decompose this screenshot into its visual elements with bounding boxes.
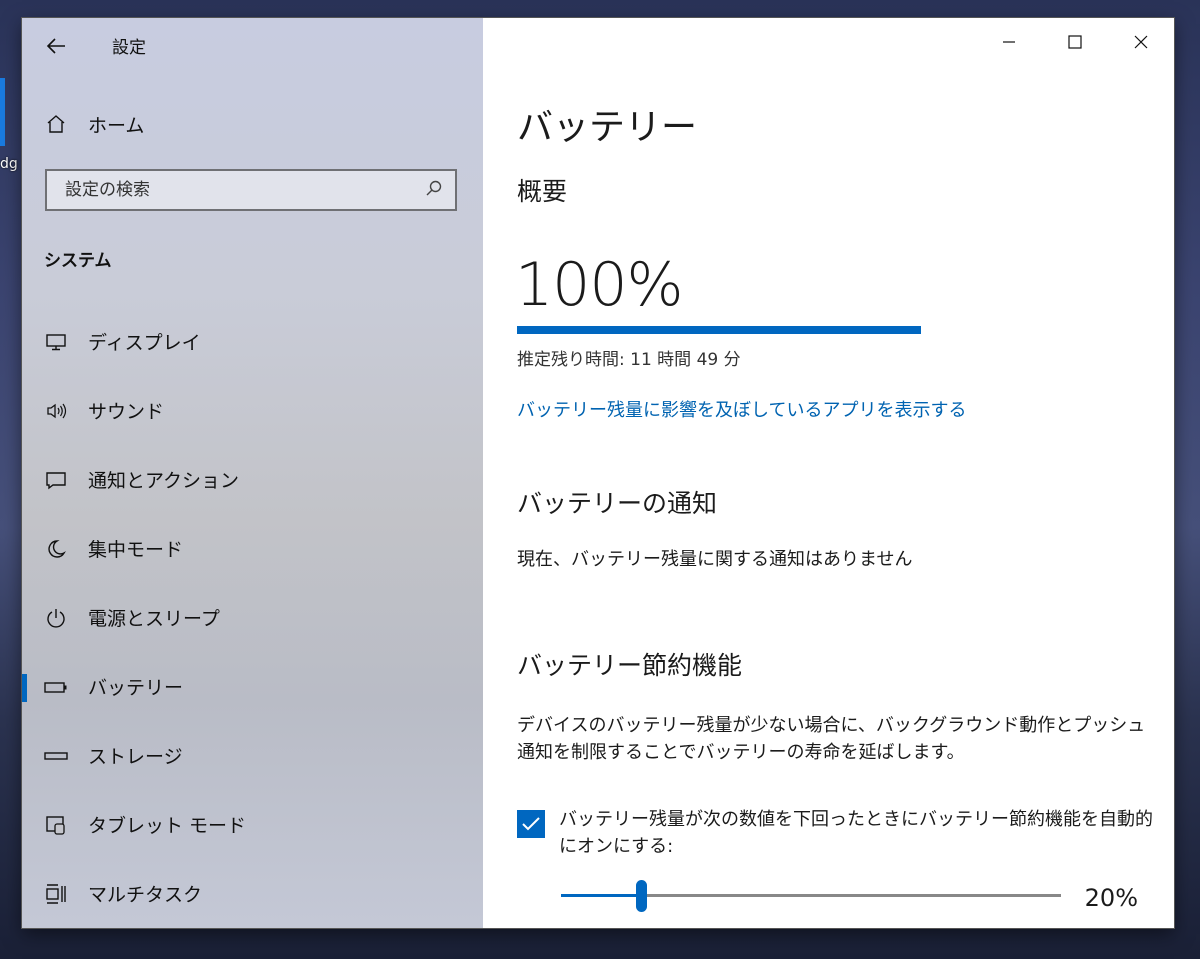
desktop-icon-fragment[interactable] <box>0 78 5 146</box>
home-icon <box>44 112 68 136</box>
close-icon <box>1134 35 1148 49</box>
sidebar-item-label: ストレージ <box>88 746 183 768</box>
settings-window: 設定 ホーム システム ディスプレイ <box>22 18 1174 928</box>
checkmark-icon <box>522 817 540 831</box>
sidebar-item-multitasking[interactable]: マルチタスク <box>22 859 483 928</box>
power-icon <box>44 606 68 630</box>
sidebar-item-label: マルチタスク <box>88 884 203 906</box>
main-content: バッテリー 概要 100% 推定残り時間: 11 時間 49 分 バッテリー残量… <box>483 18 1174 928</box>
maximize-button[interactable] <box>1042 18 1108 66</box>
moon-icon <box>44 537 68 561</box>
multitask-icon <box>44 882 68 906</box>
sidebar-item-power-sleep[interactable]: 電源とスリープ <box>22 583 483 652</box>
caption-buttons <box>976 18 1174 66</box>
sidebar-item-sound[interactable]: サウンド <box>22 376 483 445</box>
auto-battery-saver-label: バッテリー残量が次の数値を下回ったときにバッテリー節約機能を自動的にオンにする: <box>559 809 1153 857</box>
section-heading: システム <box>44 251 112 271</box>
sidebar-item-display[interactable]: ディスプレイ <box>22 307 483 376</box>
close-button[interactable] <box>1108 18 1174 66</box>
sidebar-item-notifications[interactable]: 通知とアクション <box>22 445 483 514</box>
sidebar-item-focus-assist[interactable]: 集中モード <box>22 514 483 583</box>
battery-notifications-heading: バッテリーの通知 <box>517 489 718 518</box>
sidebar-item-storage[interactable]: ストレージ <box>22 721 483 790</box>
sidebar-item-label: 集中モード <box>88 539 184 561</box>
sidebar-item-label: 通知とアクション <box>88 470 240 492</box>
battery-notifications-text: 現在、バッテリー残量に関する通知はありません <box>517 549 913 570</box>
sidebar-item-label: ディスプレイ <box>88 332 201 354</box>
storage-icon <box>44 744 68 768</box>
nav-list: ディスプレイ サウンド 通知とアクション 集中モード 電源とスリープ バッテリー… <box>22 307 483 928</box>
overview-heading: 概要 <box>517 177 568 206</box>
search-input[interactable] <box>63 179 407 201</box>
battery-saver-threshold-slider[interactable] <box>561 880 1061 912</box>
threshold-value: 20% <box>1084 884 1138 912</box>
nav-home[interactable]: ホーム <box>22 104 483 144</box>
desktop-icon-label: dg <box>0 156 18 172</box>
slider-thumb[interactable] <box>635 880 647 912</box>
battery-level-fill <box>517 326 921 334</box>
sidebar-item-tablet-mode[interactable]: タブレット モード <box>22 790 483 859</box>
battery-level-bar <box>517 326 921 334</box>
sidebar: 設定 ホーム システム ディスプレイ <box>22 18 483 928</box>
battery-usage-apps-link[interactable]: バッテリー残量に影響を及ぼしているアプリを表示する <box>517 396 966 422</box>
monitor-icon <box>44 330 68 354</box>
sidebar-item-battery[interactable]: バッテリー <box>22 652 483 721</box>
auto-battery-saver-checkbox[interactable] <box>517 810 545 838</box>
notification-icon <box>44 468 68 492</box>
sidebar-item-label: 電源とスリープ <box>88 608 220 630</box>
battery-saver-heading: バッテリー節約機能 <box>517 651 743 680</box>
minimize-icon <box>1003 41 1015 43</box>
battery-percent: 100% <box>515 250 684 320</box>
battery-saver-description: デバイスのバッテリー残量が少ない場合に、バックグラウンド動作とプッシュ通知を制限… <box>517 715 1146 763</box>
minimize-button[interactable] <box>976 18 1042 66</box>
tablet-icon <box>44 813 68 837</box>
sidebar-item-label: タブレット モード <box>88 815 247 837</box>
search-icon[interactable] <box>425 179 443 201</box>
search-box[interactable] <box>45 169 457 211</box>
page-title: バッテリー <box>517 107 698 148</box>
sidebar-item-label: バッテリー <box>88 677 184 699</box>
nav-home-label: ホーム <box>88 114 145 137</box>
maximize-icon <box>1068 35 1082 49</box>
slider-fill <box>561 894 641 897</box>
speaker-icon <box>44 399 68 423</box>
auto-battery-saver-row: バッテリー残量が次の数値を下回ったときにバッテリー節約機能を自動的にオンにする: <box>517 806 1159 860</box>
estimated-time-remaining: 推定残り時間: 11 時間 49 分 <box>517 350 741 370</box>
back-button[interactable] <box>42 32 70 60</box>
back-arrow-icon <box>46 38 65 54</box>
battery-icon <box>44 675 68 699</box>
sidebar-item-label: サウンド <box>88 401 165 423</box>
app-title: 設定 <box>112 38 146 58</box>
